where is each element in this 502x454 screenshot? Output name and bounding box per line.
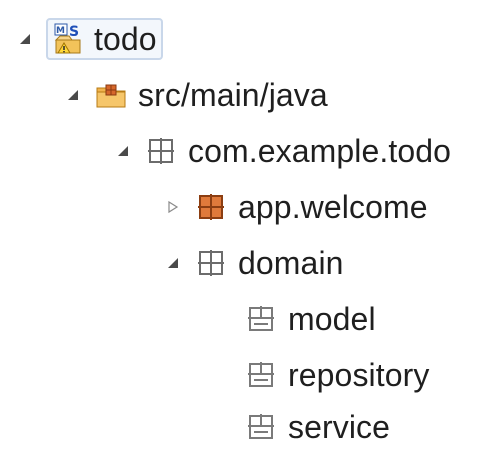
empty-package-icon (244, 302, 278, 336)
collapsed-triangle-icon[interactable] (162, 196, 184, 218)
package-icon (194, 246, 228, 280)
package-label-service: service (288, 409, 391, 445)
empty-package-icon (244, 410, 278, 444)
package-label-domain: domain (238, 245, 344, 281)
tree-node-service[interactable]: service (244, 400, 390, 454)
maven-spring-project-icon: M S (52, 22, 86, 56)
project-highlight: M S todo (46, 18, 163, 60)
project-label: todo (94, 21, 157, 57)
package-label-repository: repository (288, 357, 430, 393)
expanded-triangle-icon[interactable] (162, 252, 184, 274)
root-package-label: com.example.todo (188, 133, 452, 169)
tree-node-com-example-todo[interactable]: com.example.todo (112, 124, 451, 178)
expanded-triangle-icon[interactable] (62, 84, 84, 106)
tree-node-domain[interactable]: domain (162, 236, 344, 290)
package-label-app-welcome: app.welcome (238, 189, 428, 225)
package-icon-orange (194, 190, 228, 224)
empty-package-icon (244, 358, 278, 392)
package-explorer-tree: M S todo src/main/java com.example.todo … (0, 0, 502, 447)
package-label-model: model (288, 301, 376, 337)
package-icon (144, 134, 178, 168)
expanded-triangle-icon[interactable] (112, 140, 134, 162)
tree-node-app-welcome[interactable]: app.welcome (162, 180, 428, 234)
tree-node-model[interactable]: model (244, 292, 376, 346)
source-folder-icon (94, 78, 128, 112)
tree-node-repository[interactable]: repository (244, 348, 430, 402)
expanded-triangle-icon[interactable] (14, 28, 36, 50)
svg-text:M: M (56, 26, 65, 36)
source-folder-label: src/main/java (138, 77, 328, 113)
tree-node-src-main-java[interactable]: src/main/java (62, 68, 328, 122)
tree-node-project-todo[interactable]: M S todo (14, 12, 163, 66)
